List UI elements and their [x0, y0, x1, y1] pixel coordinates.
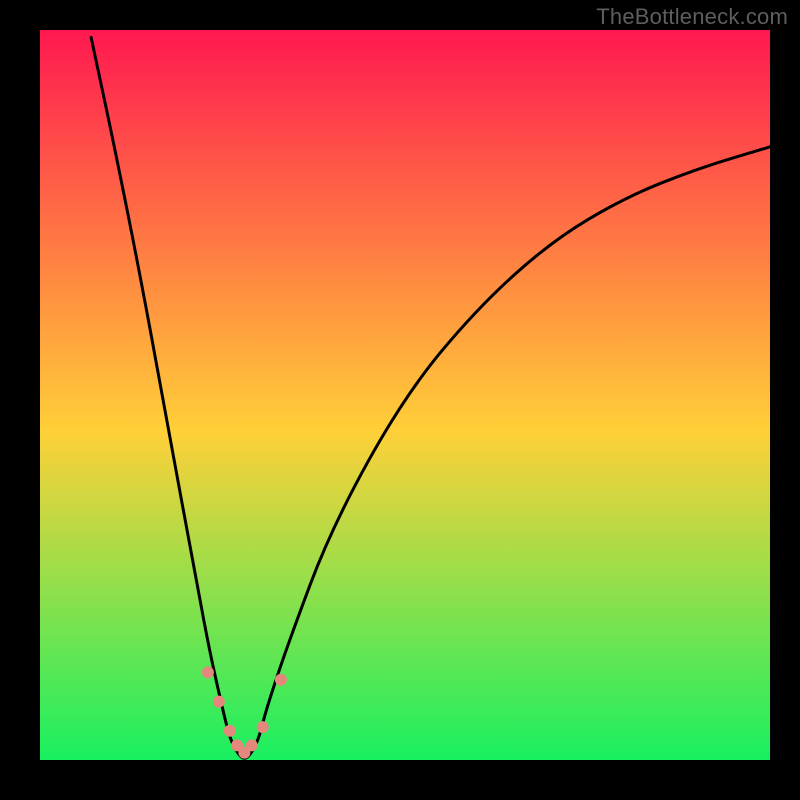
highlight-marker [275, 674, 287, 686]
highlight-marker [224, 725, 236, 737]
plot-background [40, 30, 770, 760]
highlight-marker [202, 666, 214, 678]
watermark-text: TheBottleneck.com [596, 4, 788, 30]
highlight-marker [246, 739, 258, 751]
bottleneck-chart [40, 30, 770, 760]
highlight-marker [257, 721, 269, 733]
chart-frame: { "watermark": { "text": "TheBottleneck.… [0, 0, 800, 800]
highlight-marker [213, 696, 225, 708]
